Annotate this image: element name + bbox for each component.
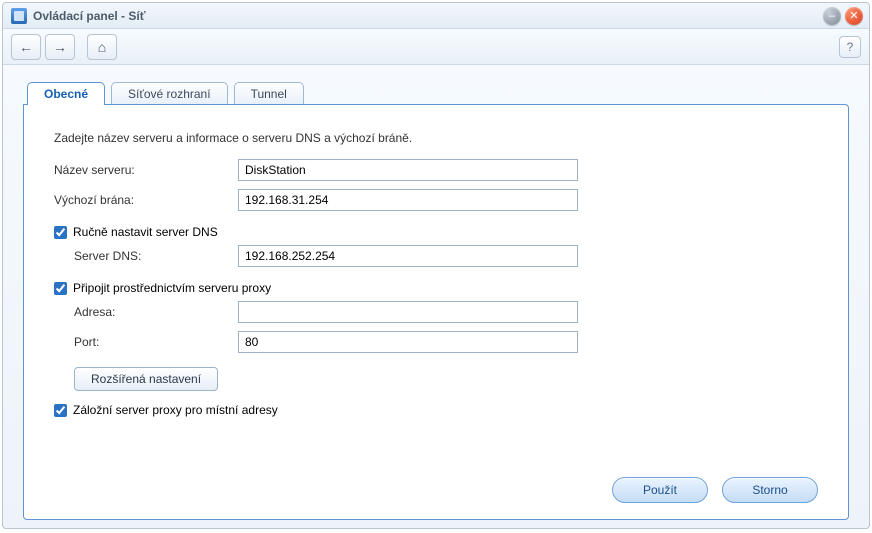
app-icon [11, 8, 27, 24]
panel-description: Zadejte název serveru a informace o serv… [54, 131, 818, 145]
window-title: Ovládací panel - Síť [33, 9, 819, 23]
toolbar: ← → ⌂ ? [3, 29, 869, 65]
tab-general[interactable]: Obecné [27, 82, 105, 105]
back-button[interactable]: ← [11, 34, 41, 60]
gateway-label: Výchozí brána: [54, 193, 238, 207]
row-gateway: Výchozí brána: [54, 189, 818, 211]
row-manual-dns: Ručně nastavit server DNS [54, 225, 818, 239]
proxy-port-input[interactable] [238, 331, 578, 353]
titlebar: Ovládací panel - Síť – ✕ [3, 3, 869, 29]
dns-input[interactable] [238, 245, 578, 267]
apply-button[interactable]: Použít [612, 477, 708, 503]
gateway-input[interactable] [238, 189, 578, 211]
arrow-left-icon: ← [19, 40, 33, 54]
proxy-port-label: Port: [54, 335, 238, 349]
row-server-name: Název serveru: [54, 159, 818, 181]
row-proxy-bypass: Záložní server proxy pro místní adresy [54, 403, 818, 417]
content-area: Obecné Síťové rozhraní Tunnel Zadejte ná… [3, 65, 869, 528]
footer-buttons: Použít Storno [54, 469, 818, 503]
proxy-connect-label: Připojit prostřednictvím serveru proxy [73, 281, 271, 295]
panel-general: Zadejte název serveru a informace o serv… [23, 104, 849, 520]
server-name-label: Název serveru: [54, 163, 238, 177]
help-icon: ? [847, 40, 854, 54]
cancel-button[interactable]: Storno [722, 477, 818, 503]
row-advanced: Rozšířená nastavení [74, 367, 818, 391]
minimize-icon[interactable]: – [823, 7, 841, 25]
arrow-right-icon: → [53, 40, 67, 54]
advanced-settings-button[interactable]: Rozšířená nastavení [74, 367, 218, 391]
home-icon: ⌂ [98, 39, 106, 55]
home-button[interactable]: ⌂ [87, 34, 117, 60]
tab-interface[interactable]: Síťové rozhraní [111, 82, 228, 105]
proxy-connect-checkbox[interactable] [54, 282, 67, 295]
proxy-bypass-checkbox[interactable] [54, 404, 67, 417]
proxy-bypass-label: Záložní server proxy pro místní adresy [73, 403, 278, 417]
server-name-input[interactable] [238, 159, 578, 181]
proxy-addr-input[interactable] [238, 301, 578, 323]
manual-dns-checkbox[interactable] [54, 226, 67, 239]
row-dns: Server DNS: [54, 245, 818, 267]
dns-label: Server DNS: [54, 249, 238, 263]
proxy-addr-label: Adresa: [54, 305, 238, 319]
close-icon[interactable]: ✕ [845, 7, 863, 25]
window-frame: Ovládací panel - Síť – ✕ ← → ⌂ ? Obecné … [2, 2, 870, 529]
row-proxy-connect: Připojit prostřednictvím serveru proxy [54, 281, 818, 295]
forward-button[interactable]: → [45, 34, 75, 60]
help-button[interactable]: ? [839, 36, 861, 58]
tab-tunnel[interactable]: Tunnel [234, 82, 304, 105]
manual-dns-label: Ručně nastavit server DNS [73, 225, 218, 239]
row-proxy-addr: Adresa: [54, 301, 818, 323]
row-proxy-port: Port: [54, 331, 818, 353]
tab-bar: Obecné Síťové rozhraní Tunnel [23, 81, 849, 104]
